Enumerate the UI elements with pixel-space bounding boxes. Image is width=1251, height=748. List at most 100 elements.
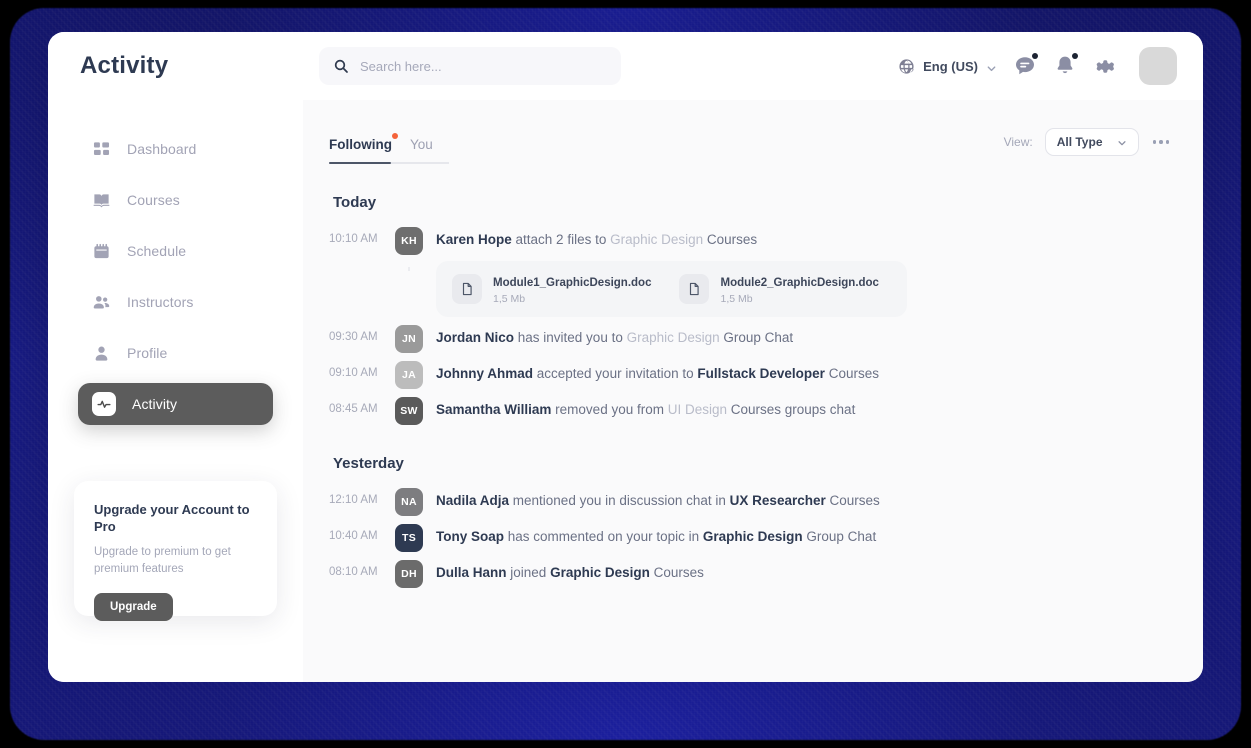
- sidebar-item-label: Profile: [127, 345, 168, 361]
- timeline-rail: DH: [391, 552, 427, 589]
- activity-text-part: accepted your invitation to: [533, 366, 698, 382]
- person-icon: [92, 344, 111, 363]
- activity-text-part: Samantha William: [436, 402, 552, 418]
- attachment-item[interactable]: Module1_GraphicDesign.doc 1,5 Mb: [450, 271, 665, 307]
- sidebar-item-schedule[interactable]: Schedule: [78, 230, 273, 272]
- activity-time: 08:45 AM: [329, 403, 378, 416]
- activity-body: Nadila Adja mentioned you in discussion …: [427, 480, 1171, 510]
- avatar[interactable]: [1139, 47, 1177, 85]
- activity-text-part: has invited you to: [514, 330, 627, 346]
- messages-button[interactable]: [1013, 53, 1038, 78]
- activity-text-part: Jordan Nico: [436, 330, 515, 346]
- activity-body: Dulla Hann joined Graphic Design Courses: [427, 552, 1171, 582]
- attachment-item[interactable]: Module2_GraphicDesign.doc 1,5 Mb: [677, 271, 892, 307]
- activity-text-part: removed you from: [551, 402, 668, 418]
- day-title: Yesterday: [333, 455, 404, 473]
- day-title: Today: [333, 194, 377, 211]
- activity-feed: Today 10:10 AM KH Karen Hope attach 2 files…: [329, 194, 1171, 589]
- sidebar-item-profile[interactable]: Profile: [78, 332, 273, 374]
- language-label: Eng (US): [923, 58, 978, 74]
- book-icon: [92, 191, 111, 210]
- activity-text: Samantha William removed you from UI Des…: [436, 401, 1171, 419]
- activity-item[interactable]: 10:10 AM KH Karen Hope attach 2 files to G…: [329, 219, 1171, 318]
- activity-item[interactable]: 09:30 AM JN Jordan Nico has invited you to…: [329, 317, 1171, 370]
- tabs-row: Following You View: All Type: [329, 128, 1171, 164]
- activity-text-part: Tony Soap: [436, 529, 505, 545]
- main-content: Following You View: All Type Today 10:10…: [303, 100, 1203, 682]
- notifications-button[interactable]: [1053, 53, 1078, 78]
- activity-text-part: attach 2 files to: [511, 232, 611, 247]
- sidebar: Dashboard Courses Schedule Instructors P…: [48, 100, 303, 682]
- activity-time: 09:30 AM: [329, 331, 378, 344]
- upgrade-card: Upgrade your Account to Pro Upgrade to p…: [74, 481, 277, 621]
- activity-item[interactable]: 10:40 AM TS Tony Soap has commented on you…: [329, 516, 1171, 569]
- activity-body: Karen Hope attach 2 files to Graphic Des…: [427, 219, 1171, 318]
- activity-avatar: JA: [395, 361, 423, 390]
- activity-time: 12:10 AM: [329, 494, 378, 507]
- activity-text-part: Johnny Ahmad: [436, 366, 534, 382]
- activity-text-part: Courses groups chat: [727, 402, 856, 418]
- more-options-button[interactable]: [1151, 134, 1172, 150]
- activity-text-part: Courses: [825, 493, 880, 509]
- feed-group: 10:10 AM KH Karen Hope attach 2 files to G…: [329, 219, 1171, 426]
- activity-text-part: Fullstack Developer: [697, 366, 825, 382]
- attachment-name: Module1_GraphicDesign.doc: [493, 277, 652, 290]
- activity-text: Dulla Hann joined Graphic Design Courses: [436, 564, 1171, 582]
- search-box[interactable]: [319, 47, 621, 85]
- activity-avatar: NA: [395, 488, 423, 517]
- activity-text: Tony Soap has commented on your topic in…: [436, 528, 1171, 546]
- tab-following[interactable]: Following: [329, 133, 410, 164]
- language-selector[interactable]: Eng (US): [898, 58, 997, 75]
- activity-time: 10:40 AM: [329, 530, 378, 543]
- grid-icon: [92, 140, 111, 159]
- activity-text: Johnny Ahmad accepted your invitation to…: [436, 365, 1171, 383]
- activity-text-part: UI Design: [667, 402, 727, 418]
- attachment-meta: Module2_GraphicDesign.doc 1,5 Mb: [720, 273, 878, 305]
- tabs: Following You: [329, 133, 451, 164]
- chevron-down-icon: [986, 61, 997, 72]
- tab-label: You: [410, 137, 433, 152]
- app-header: Activity Eng (US): [48, 32, 1203, 100]
- notifications-badge: [1072, 53, 1078, 59]
- page-title: Activity: [80, 52, 169, 79]
- feed-group: 12:10 AM NA Nadila Adja mentioned you in d…: [329, 480, 1171, 589]
- activity-text-part: Group Chat: [719, 330, 794, 346]
- sidebar-item-label: Instructors: [127, 294, 194, 310]
- upgrade-button[interactable]: Upgrade: [94, 592, 173, 621]
- tab-you[interactable]: You: [410, 137, 451, 164]
- document-icon: [679, 274, 710, 305]
- timeline-rail: NA: [391, 480, 427, 533]
- activity-text-part: UX Researcher: [729, 493, 826, 509]
- settings-button[interactable]: [1093, 54, 1117, 78]
- activity-item[interactable]: 09:10 AM JA Johnny Ahmad accepted your inv…: [329, 353, 1171, 406]
- activity-text-part: Courses: [649, 565, 704, 581]
- activity-text-part: Graphic Design: [626, 330, 720, 346]
- timeline-connector: [408, 267, 410, 271]
- activity-text-part: Courses: [703, 232, 758, 247]
- sidebar-item-courses[interactable]: Courses: [78, 179, 273, 221]
- activity-avatar: DH: [395, 560, 423, 589]
- activity-body: Samantha William removed you from UI Des…: [427, 389, 1171, 419]
- calendar-icon: [92, 242, 111, 261]
- document-icon: [452, 274, 482, 305]
- screen: Activity Eng (US): [0, 0, 1251, 748]
- activity-text-part: Dulla Hann: [436, 565, 507, 581]
- type-filter-value: All Type: [1056, 135, 1103, 149]
- tab-label: Following: [329, 137, 392, 152]
- activity-body: Tony Soap has commented on your topic in…: [427, 516, 1171, 546]
- activity-time: 09:10 AM: [329, 367, 378, 380]
- sidebar-item-dashboard[interactable]: Dashboard: [78, 128, 273, 170]
- search-input[interactable]: [360, 58, 607, 74]
- attachment-size: 1,5 Mb: [493, 293, 526, 306]
- sidebar-item-label: Activity: [132, 396, 178, 412]
- activity-item[interactable]: 12:10 AM NA Nadila Adja mentioned you in d…: [329, 480, 1171, 533]
- activity-time: 10:10 AM: [329, 233, 378, 245]
- activity-item[interactable]: 08:45 AM SW Samantha William removed you f…: [329, 389, 1171, 426]
- sidebar-item-label: Schedule: [127, 243, 187, 259]
- sidebar-item-instructors[interactable]: Instructors: [78, 281, 273, 323]
- sidebar-item-activity[interactable]: Activity: [78, 383, 273, 425]
- activity-text-part: Courses: [824, 366, 879, 382]
- sidebar-item-label: Dashboard: [127, 141, 197, 157]
- activity-item[interactable]: 08:10 AM DH Dulla Hann joined Graphic Desi…: [329, 552, 1171, 589]
- type-filter-select[interactable]: All Type: [1044, 128, 1139, 156]
